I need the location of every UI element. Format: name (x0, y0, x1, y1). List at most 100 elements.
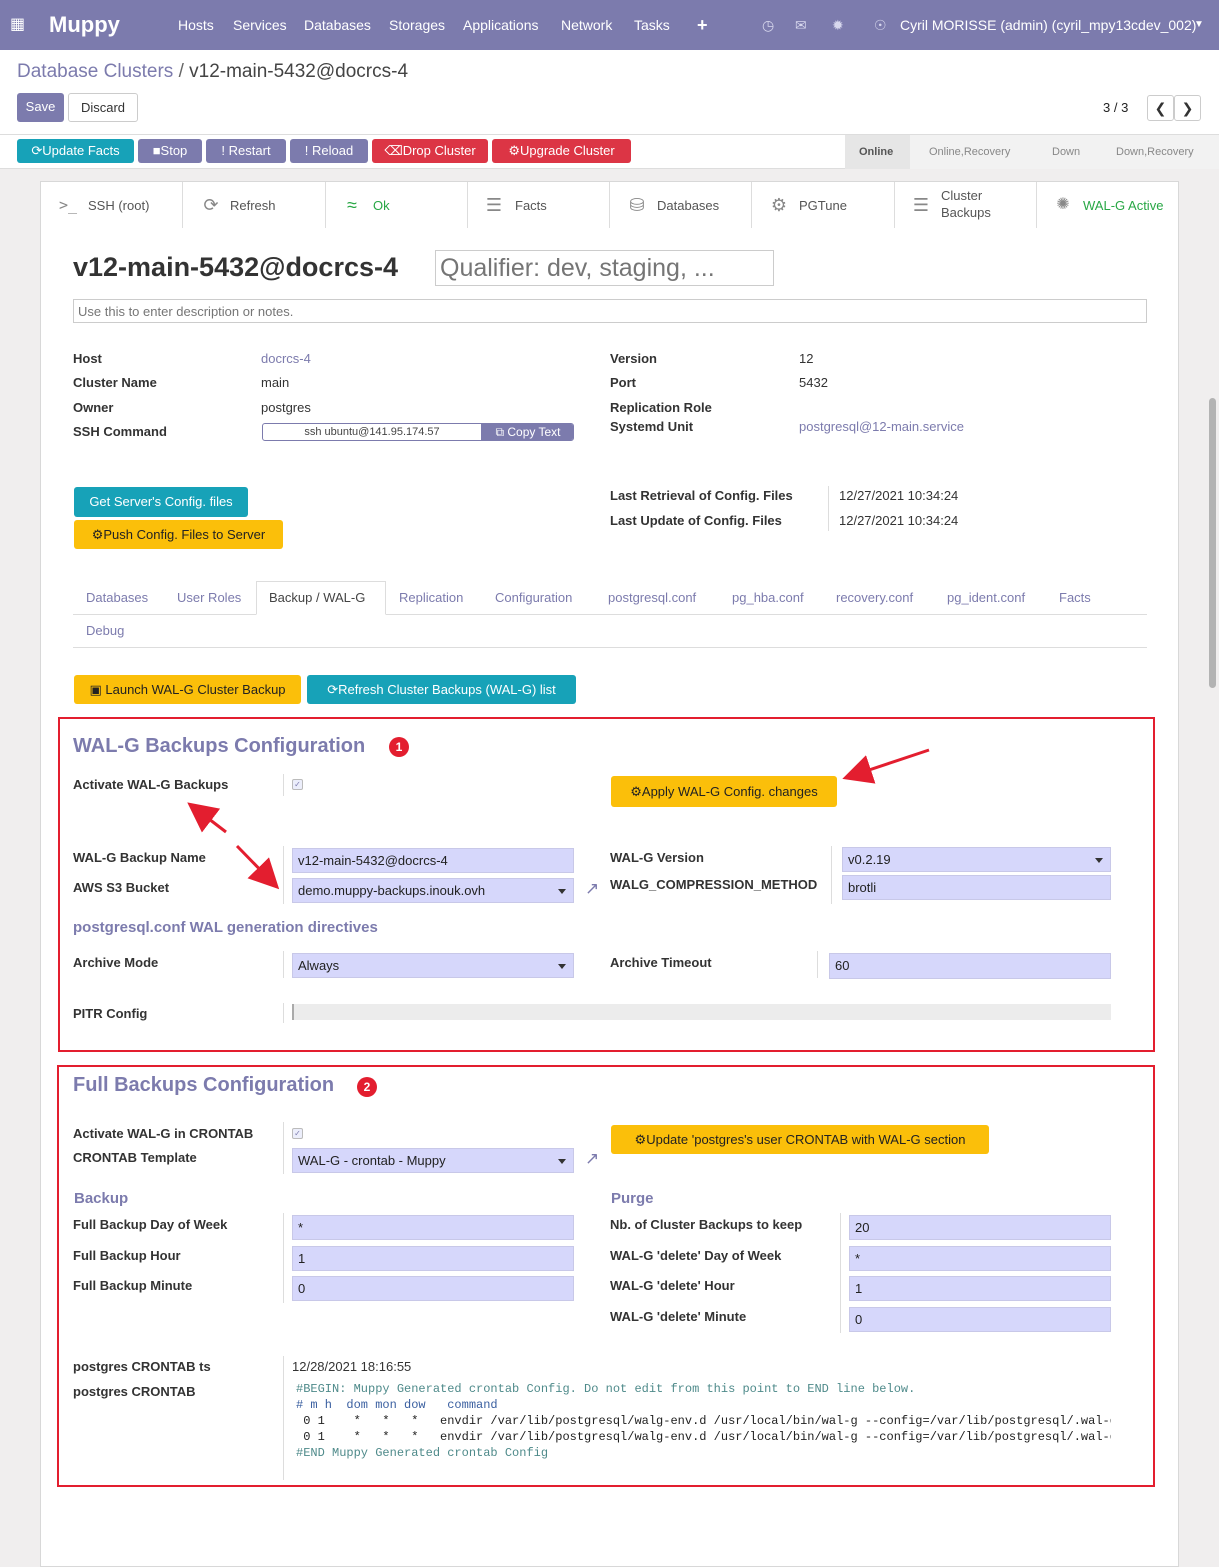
update-crontab-button[interactable]: ⚙Update 'postgres's user CRONTAB with WA… (611, 1125, 989, 1154)
version-value: 12 (799, 351, 814, 366)
host-link[interactable]: docrcs-4 (261, 351, 311, 366)
chevron-down-icon[interactable]: ▼ (1194, 0, 1204, 50)
plus-icon[interactable]: + (697, 0, 708, 50)
tab-pg-hba-conf[interactable]: pg_hba.conf (732, 590, 804, 605)
drop-cluster-button[interactable]: ⌫Drop Cluster (372, 139, 488, 163)
walg-backup-name-input[interactable]: v12-main-5432@docrcs-4 (292, 848, 574, 873)
upgrade-cluster-button[interactable]: ⚙Upgrade Cluster (492, 139, 631, 163)
pager-next-icon[interactable]: ❯ (1174, 95, 1201, 121)
user-menu[interactable]: Cyril MORISSE (admin) (cyril_mpy13cdev_0… (900, 0, 1196, 50)
terminal-icon: >_ (58, 196, 78, 214)
cluster-backups-stat-button[interactable]: ☰ Cluster Backups (895, 182, 1037, 228)
archive-mode-select[interactable]: Always (292, 953, 574, 978)
facts-stat-button[interactable]: ☰ Facts (468, 182, 610, 228)
discard-button[interactable]: Discard (68, 93, 138, 122)
breadcrumb-parent[interactable]: Database Clusters (17, 61, 173, 82)
delete-hour-input[interactable]: 1 (849, 1276, 1111, 1301)
external-link-icon[interactable]: ↗ (585, 879, 599, 899)
pgtune-stat-button[interactable]: ⚙ PGTune (752, 182, 895, 228)
crontab-template-select[interactable]: WAL-G - crontab - Muppy (292, 1148, 574, 1173)
pitr-config-field[interactable] (292, 1004, 1111, 1020)
tab-pg-ident-conf[interactable]: pg_ident.conf (947, 590, 1025, 605)
brand-logo[interactable]: Muppy (49, 0, 120, 50)
bug-icon[interactable]: ✹ (832, 0, 844, 50)
nav-network[interactable]: Network (561, 0, 612, 50)
divider (283, 774, 284, 796)
tab-facts[interactable]: Facts (1059, 590, 1091, 605)
activate-walg-checkbox[interactable]: ✓ (292, 779, 303, 790)
refresh-icon: ⟳ (31, 143, 43, 158)
nav-databases[interactable]: Databases (304, 0, 371, 50)
copy-icon: ⧉ (495, 425, 508, 439)
delete-minute-input[interactable]: 0 (849, 1307, 1111, 1332)
nav-applications[interactable]: Applications (463, 0, 539, 50)
nav-hosts[interactable]: Hosts (178, 0, 214, 50)
get-config-files-button[interactable]: Get Server's Config. files (74, 487, 248, 517)
stop-button[interactable]: ■Stop (138, 139, 202, 163)
tab-configuration[interactable]: Configuration (495, 590, 572, 605)
crontab-ts-label: postgres CRONTAB ts (73, 1359, 211, 1374)
tab-recovery-conf[interactable]: recovery.conf (836, 590, 913, 605)
pager-prev-icon[interactable]: ❮ (1147, 95, 1174, 121)
restart-button[interactable]: ! Restart (206, 139, 286, 163)
nav-tasks[interactable]: Tasks (634, 0, 670, 50)
user-avatar-icon[interactable]: ☉ (874, 0, 887, 50)
ssh-stat-button[interactable]: >_ SSH (root) (41, 182, 183, 228)
walg-stat-button[interactable]: ✺ WAL-G Active (1037, 182, 1178, 228)
full-backup-dow-input[interactable]: * (292, 1215, 574, 1240)
apps-menu-icon[interactable]: ▦ (10, 0, 25, 50)
chat-icon[interactable]: ✉ (795, 0, 807, 50)
walg-compression-input[interactable]: brotli (842, 875, 1111, 900)
tab-user-roles[interactable]: User Roles (177, 590, 241, 605)
stage-down-recovery[interactable]: Down,Recovery (1116, 141, 1194, 163)
delete-dow-input[interactable]: * (849, 1246, 1111, 1271)
purge-subtitle: Purge (611, 1190, 654, 1207)
refresh-cluster-backups-button[interactable]: ⟳Refresh Cluster Backups (WAL-G) list (307, 675, 576, 704)
archive-timeout-input[interactable]: 60 (829, 953, 1111, 979)
tab-backup-walg[interactable]: Backup / WAL-G (269, 590, 365, 605)
stage-online[interactable]: Online (859, 141, 893, 163)
annotation-badge-2: 2 (357, 1077, 377, 1097)
status-stat-button[interactable]: ≈ Ok (326, 182, 468, 228)
aws-s3-bucket-select[interactable]: demo.muppy-backups.inouk.ovh (292, 878, 574, 903)
tab-replication[interactable]: Replication (399, 590, 463, 605)
apply-walg-config-button[interactable]: ⚙Apply WAL-G Config. changes (611, 776, 837, 807)
nav-services[interactable]: Services (233, 0, 287, 50)
stage-down[interactable]: Down (1052, 141, 1080, 163)
activate-crontab-checkbox[interactable]: ✓ (292, 1128, 303, 1139)
page-scrollbar[interactable] (1209, 398, 1216, 688)
copy-text-button[interactable]: ⧉ Copy Text (481, 424, 573, 440)
qualifier-input[interactable] (435, 250, 774, 286)
ssh-command-value: ssh ubuntu@141.95.174.57 (304, 426, 440, 438)
archive-mode-label: Archive Mode (73, 955, 159, 970)
clock-icon[interactable]: ◷ (762, 0, 774, 50)
divider (283, 951, 284, 978)
backups-keep-input[interactable]: 20 (849, 1215, 1111, 1240)
full-backup-hour-input[interactable]: 1 (292, 1246, 574, 1271)
systemd-unit-link[interactable]: postgresql@12-main.service (799, 419, 964, 434)
crontab-template-label: CRONTAB Template (73, 1150, 197, 1165)
walg-config-title: WAL-G Backups Configuration (73, 735, 366, 757)
divider (283, 1003, 284, 1023)
divider (283, 1122, 284, 1174)
tab-postgresql-conf[interactable]: postgresql.conf (608, 590, 696, 605)
push-config-files-button[interactable]: ⚙Push Config. Files to Server (74, 520, 283, 549)
save-button[interactable]: Save (17, 93, 64, 122)
tab-databases[interactable]: Databases (86, 590, 148, 605)
nav-storages[interactable]: Storages (389, 0, 445, 50)
divider (283, 1356, 284, 1480)
launch-walg-backup-button[interactable]: ▣ Launch WAL-G Cluster Backup (74, 675, 301, 704)
tab-debug[interactable]: Debug (86, 623, 124, 638)
description-input[interactable] (73, 299, 1147, 323)
full-backup-minute-input[interactable]: 0 (292, 1276, 574, 1301)
update-facts-button[interactable]: ⟳Update Facts (17, 139, 134, 163)
refresh-stat-button[interactable]: ⟳ Refresh (183, 182, 326, 228)
reload-button[interactable]: ! Reload (290, 139, 368, 163)
gear-icon: ⚙ (91, 527, 104, 542)
databases-stat-button[interactable]: ⛁ Databases (610, 182, 752, 228)
walg-version-select[interactable]: v0.2.19 (842, 847, 1111, 872)
crontab-content[interactable]: #BEGIN: Muppy Generated crontab Config. … (292, 1380, 1111, 1464)
stage-online-recovery[interactable]: Online,Recovery (929, 141, 1010, 163)
wifi-icon: ≈ (347, 195, 357, 215)
external-link-icon[interactable]: ↗ (585, 1149, 599, 1169)
